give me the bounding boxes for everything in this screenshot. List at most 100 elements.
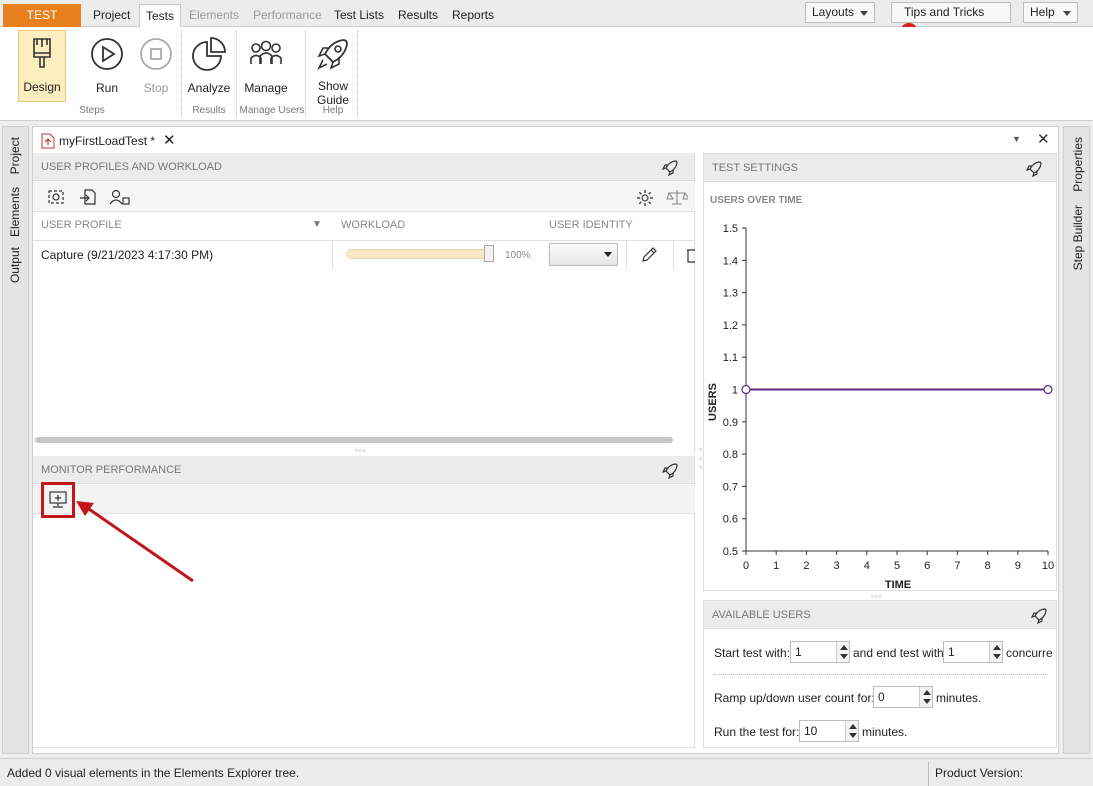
tips-and-tricks-button[interactable]: Tips and Tricks 24 bbox=[891, 2, 1011, 41]
load-test-file-icon bbox=[41, 133, 55, 149]
status-divider bbox=[928, 762, 929, 786]
rocket-icon[interactable] bbox=[1030, 607, 1048, 625]
col-user-profile[interactable]: USER PROFILE bbox=[41, 219, 122, 231]
doc-menu-icon[interactable]: ▼ bbox=[1012, 134, 1021, 144]
horizontal-scrollbar[interactable] bbox=[35, 437, 673, 443]
chart-point bbox=[741, 384, 751, 395]
splitter-grip[interactable]: ▫▫▫ bbox=[696, 445, 705, 472]
sidebar-tab-step-builder[interactable]: Step Builder bbox=[1071, 205, 1085, 270]
chart-y-tick-label: 1.2 bbox=[723, 320, 738, 332]
brand-tab[interactable]: TEST STUDIO bbox=[3, 4, 81, 45]
user-identity-select[interactable] bbox=[549, 243, 618, 266]
show-guide-button[interactable]: Show Guide bbox=[310, 30, 356, 107]
users-icon bbox=[250, 40, 282, 64]
group-label-manage-users: Manage Users bbox=[239, 105, 305, 116]
gear-icon[interactable] bbox=[636, 189, 654, 207]
manage-button[interactable]: Manage bbox=[240, 30, 292, 95]
run-label: Run the test for: bbox=[714, 725, 800, 739]
ramp-value: 0 bbox=[878, 690, 885, 704]
workload-slider-thumb[interactable] bbox=[484, 245, 494, 262]
spinner-buttons[interactable] bbox=[989, 642, 1002, 662]
sidebar-tab-project[interactable]: Project bbox=[8, 137, 22, 174]
chevron-down-icon bbox=[1063, 11, 1071, 16]
sidebar-tab-output[interactable]: Output bbox=[8, 247, 22, 283]
layouts-dropdown[interactable]: Layouts bbox=[805, 2, 875, 23]
divider bbox=[714, 674, 1048, 675]
user-lock-icon[interactable] bbox=[109, 189, 131, 205]
chart-y-tick-label: 0.9 bbox=[723, 417, 738, 429]
splitter-grip[interactable]: ▫▫▫ bbox=[355, 446, 367, 455]
annotation-arrow bbox=[76, 501, 194, 583]
spinner-buttons[interactable] bbox=[836, 642, 849, 662]
start-users-value: 1 bbox=[795, 645, 802, 659]
end-users-spinner[interactable]: 1 bbox=[943, 641, 1003, 663]
add-monitor-icon[interactable] bbox=[48, 490, 68, 510]
chart-y-tick-label: 0.7 bbox=[723, 481, 738, 493]
run-label: Run bbox=[95, 81, 118, 95]
monitor-title: MONITOR PERFORMANCE bbox=[41, 464, 182, 476]
rocket-icon[interactable] bbox=[1025, 160, 1043, 178]
tab-reports[interactable]: Reports bbox=[446, 4, 500, 27]
tab-project[interactable]: Project bbox=[87, 4, 136, 27]
chart-x-tick-label: 3 bbox=[834, 560, 840, 572]
col-user-identity[interactable]: USER IDENTITY bbox=[549, 219, 633, 231]
filter-icon[interactable]: ▼ bbox=[312, 219, 322, 230]
tab-elements[interactable]: Elements bbox=[183, 4, 245, 27]
manage-label: Manage bbox=[244, 81, 288, 95]
balance-icon[interactable] bbox=[666, 189, 688, 205]
profile-name: Capture (9/21/2023 4:17:30 PM) bbox=[41, 248, 214, 262]
design-button[interactable]: Design bbox=[18, 30, 66, 102]
chart-y-tick-label: 1.3 bbox=[723, 288, 738, 300]
chart-y-tick-label: 1 bbox=[732, 385, 738, 397]
cell-divider bbox=[332, 241, 333, 269]
user-profiles-title: USER PROFILES AND WORKLOAD bbox=[41, 161, 222, 173]
spinner-buttons[interactable] bbox=[919, 687, 932, 707]
close-icon[interactable]: ✕ bbox=[163, 130, 176, 152]
concurrent-label: concurre bbox=[1006, 646, 1053, 660]
chart-title: USERS OVER TIME bbox=[710, 195, 803, 206]
ribbon-tab-bar: TEST STUDIO Project Tests Elements Perfo… bbox=[0, 0, 1093, 45]
start-label: Start test with: bbox=[714, 646, 791, 660]
help-dropdown[interactable]: Help bbox=[1023, 2, 1078, 23]
document-tab-title: myFirstLoadTest * bbox=[59, 134, 156, 148]
play-icon bbox=[91, 38, 123, 70]
status-message: Added 0 visual elements in the Elements … bbox=[7, 766, 300, 780]
tab-results[interactable]: Results bbox=[392, 4, 444, 27]
table-row[interactable]: Capture (9/21/2023 4:17:30 PM) 100% bbox=[33, 241, 695, 269]
chart-point bbox=[1043, 384, 1053, 395]
tab-performance[interactable]: Performance bbox=[247, 4, 328, 27]
run-duration-spinner[interactable]: 10 bbox=[799, 720, 859, 742]
ramp-spinner[interactable]: 0 bbox=[873, 686, 933, 708]
import-icon[interactable] bbox=[79, 189, 97, 205]
analyze-button[interactable]: Analyze bbox=[186, 30, 232, 95]
sidebar-tab-properties[interactable]: Properties bbox=[1071, 137, 1085, 192]
chart-y-tick-label: 0.8 bbox=[723, 449, 738, 461]
run-button[interactable]: Run bbox=[85, 30, 129, 95]
col-workload[interactable]: WORKLOAD bbox=[341, 219, 405, 231]
user-profiles-toolbar bbox=[33, 182, 695, 212]
stop-button[interactable]: Stop bbox=[134, 30, 178, 95]
sidebar-tab-elements[interactable]: Elements bbox=[8, 187, 22, 237]
close-icon[interactable]: ✕ bbox=[1037, 130, 1050, 148]
available-users-panel: AVAILABLE USERS Start test with: 1 and e… bbox=[703, 600, 1057, 748]
right-sidebar: Properties Step Builder bbox=[1063, 126, 1090, 754]
rocket-icon[interactable] bbox=[661, 462, 679, 480]
workload-slider-track[interactable] bbox=[346, 249, 494, 259]
chart-x-tick-label: 1 bbox=[773, 560, 779, 572]
delete-icon[interactable] bbox=[685, 246, 695, 264]
spinner-buttons[interactable] bbox=[845, 721, 858, 741]
tab-test-lists[interactable]: Test Lists bbox=[328, 4, 390, 27]
end-users-value: 1 bbox=[948, 645, 955, 659]
group-label-steps: Steps bbox=[79, 105, 105, 116]
capture-icon[interactable] bbox=[47, 189, 65, 205]
stop-label: Stop bbox=[143, 81, 169, 95]
edit-pencil-icon[interactable] bbox=[640, 246, 658, 264]
start-users-spinner[interactable]: 1 bbox=[790, 641, 850, 663]
chart-x-tick-label: 2 bbox=[803, 560, 809, 572]
users-over-time-chart: 1.5 1.4 1.3 1.2 1.1 1 0.9 0.8 0.7 0.6 0.5 0 1 2 3 4 5 6 7… bbox=[707, 223, 1054, 591]
chart-x-tick-label: 0 bbox=[743, 560, 749, 572]
chart-x-tick-label: 9 bbox=[1015, 560, 1021, 572]
rocket-icon[interactable] bbox=[661, 159, 679, 177]
document-tab[interactable]: myFirstLoadTest * ✕ bbox=[37, 130, 177, 152]
tab-tests[interactable]: Tests bbox=[139, 4, 182, 28]
